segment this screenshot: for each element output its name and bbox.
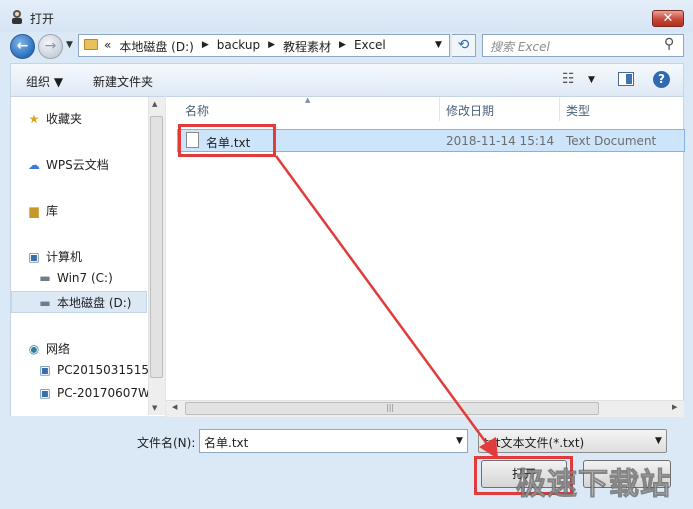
column-header-date[interactable]: 修改日期 — [446, 102, 494, 119]
column-divider[interactable] — [559, 97, 560, 121]
filename-label: 文件名(N): — [137, 436, 196, 450]
refresh-icon: ⟲ — [457, 37, 470, 53]
nav-item-favorites[interactable]: ★ 收藏夹 — [26, 110, 82, 127]
nav-item-pc2[interactable]: ▣ PC-20170607W — [37, 386, 148, 400]
search-placeholder: 搜索 Excel — [490, 40, 550, 54]
title-bar — [0, 0, 693, 32]
nav-item-network[interactable]: ◉ 网络 — [26, 340, 70, 357]
sort-ascending-icon: ▲ — [305, 96, 311, 104]
cloud-icon: ☁ — [28, 158, 40, 172]
breadcrumb: « 本地磁盘 (D:) ▶ backup ▶ 教程素材 ▶ Excel — [104, 38, 386, 55]
refresh-button[interactable]: ⟲ — [452, 34, 476, 57]
library-icon: ▆ — [29, 204, 39, 218]
chevron-right-icon[interactable]: ▶ — [339, 38, 346, 55]
filename-value: 名单.txt — [204, 436, 249, 450]
new-folder-button[interactable]: 新建文件夹 — [93, 73, 153, 90]
computer-icon: ▣ — [39, 363, 51, 377]
breadcrumb-item[interactable]: Excel — [354, 38, 386, 55]
app-icon — [12, 10, 22, 24]
filetype-dropdown-icon[interactable]: ▼ — [655, 436, 662, 446]
breadcrumb-item[interactable]: backup — [217, 38, 260, 55]
forward-button[interactable]: → — [38, 34, 63, 59]
nav-item-drive-d[interactable]: ▬ 本地磁盘 (D:) — [37, 294, 131, 311]
filetype-value: txt文本文件(*.txt) — [484, 436, 585, 450]
file-date: 2018-11-14 15:14 — [446, 134, 555, 148]
watermark: 极速下载站 — [516, 467, 671, 503]
nav-item-library[interactable]: ▆ 库 — [26, 202, 58, 219]
scroll-right-icon[interactable]: ▶ — [672, 403, 677, 411]
computer-icon: ▣ — [39, 386, 51, 400]
column-header-type[interactable]: 类型 — [566, 102, 590, 119]
close-button[interactable]: ✕ — [652, 10, 684, 27]
breadcrumb-overflow[interactable]: « — [104, 38, 111, 55]
organize-button[interactable]: 组织 ▼ — [26, 73, 63, 90]
recent-pages-dropdown[interactable]: ▼ — [66, 40, 73, 50]
star-icon: ★ — [28, 112, 40, 126]
network-icon: ◉ — [28, 342, 40, 356]
computer-icon: ▣ — [28, 250, 40, 264]
arrow-left-icon: ← — [16, 38, 29, 54]
drive-icon: ▬ — [39, 271, 51, 285]
scroll-left-icon[interactable]: ◀ — [172, 403, 177, 411]
file-type: Text Document — [566, 134, 657, 148]
search-icon[interactable]: ⚲ — [664, 36, 674, 52]
breadcrumb-item[interactable]: 教程素材 — [283, 38, 331, 55]
preview-pane-icon[interactable] — [618, 72, 634, 86]
chevron-right-icon[interactable]: ▶ — [268, 38, 275, 55]
view-options-icon[interactable]: ☷ — [562, 71, 575, 87]
column-header-name[interactable]: 名称 — [185, 102, 209, 119]
arrow-right-icon: → — [44, 38, 57, 54]
nav-item-wps-cloud[interactable]: ☁ WPS云文档 — [26, 156, 109, 173]
scroll-down-icon[interactable]: ▼ — [152, 404, 157, 412]
help-icon[interactable]: ? — [653, 71, 670, 88]
breadcrumb-item[interactable]: 本地磁盘 (D:) — [119, 38, 193, 55]
back-button[interactable]: ← — [10, 34, 35, 59]
nav-item-computer[interactable]: ▣ 计算机 — [26, 248, 82, 265]
file-highlight-box — [178, 124, 276, 157]
nav-item-pc1[interactable]: ▣ PC20150315153 — [37, 363, 148, 377]
address-dropdown-icon[interactable]: ▼ — [435, 40, 442, 50]
drive-icon: ▬ — [39, 296, 51, 310]
nav-scrollbar-thumb[interactable] — [150, 116, 163, 378]
window-title: 打开 — [30, 12, 55, 26]
filename-dropdown-icon[interactable]: ▼ — [456, 436, 463, 446]
scroll-up-icon[interactable]: ▲ — [152, 100, 157, 108]
folder-icon — [84, 39, 98, 50]
view-dropdown-icon[interactable]: ▼ — [588, 75, 595, 85]
scroll-grip-icon: ||| — [386, 403, 395, 412]
chevron-right-icon[interactable]: ▶ — [202, 38, 209, 55]
column-divider[interactable] — [439, 97, 440, 121]
nav-item-drive-c[interactable]: ▬ Win7 (C:) — [37, 271, 112, 285]
